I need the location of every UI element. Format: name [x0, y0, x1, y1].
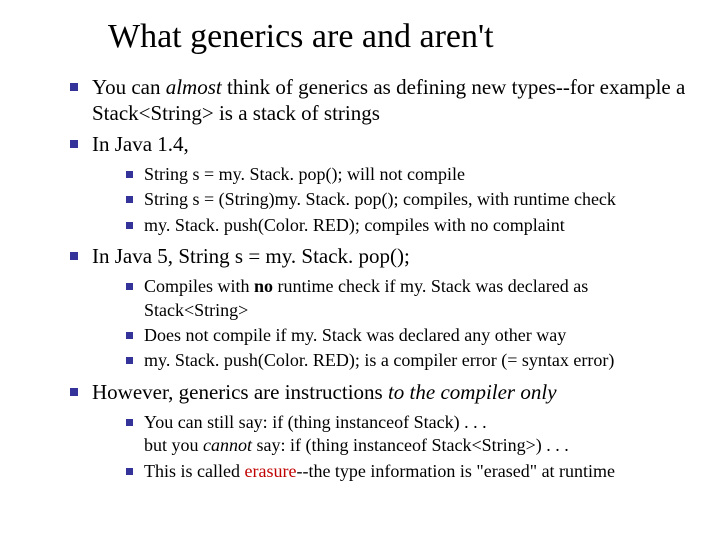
text: You can	[92, 75, 166, 99]
text-almost: almost	[166, 75, 222, 99]
text: but you	[144, 435, 203, 455]
code: my. Stack. push(Color. RED);	[144, 215, 360, 235]
text-no: no	[254, 276, 273, 296]
text: was declared as	[471, 276, 588, 296]
bullet-3: In Java 5, String s = my. Stack. pop(); …	[70, 243, 690, 373]
code: String s = (String)my. Stack. pop();	[144, 189, 398, 209]
code: my. Stack	[291, 325, 362, 345]
code: String s = my. Stack. pop();	[178, 244, 410, 268]
slide-title: What generics are and aren't	[108, 18, 690, 56]
text: is a compiler error (= syntax error)	[360, 350, 615, 370]
code: if (thing instanceof Stack<String>) . . …	[290, 435, 569, 455]
sub-bullet: Does not compile if my. Stack was declar…	[126, 324, 690, 347]
text: You can still say:	[144, 412, 272, 432]
text: compiles, with runtime check	[398, 189, 615, 209]
text: This is called	[144, 461, 244, 481]
text: Does not compile if	[144, 325, 291, 345]
code: my. Stack. push(Color. RED);	[144, 350, 360, 370]
sub-bullet: String s = (String)my. Stack. pop(); com…	[126, 188, 690, 211]
text-erasure: erasure	[244, 461, 296, 481]
text: Compiles with	[144, 276, 254, 296]
code: String s = my. Stack. pop();	[144, 164, 347, 184]
sub-list-3: You can still say: if (thing instanceof …	[92, 411, 690, 483]
code: if (thing instanceof Stack) . . .	[272, 412, 486, 432]
text: say:	[252, 435, 290, 455]
bullet-2: In Java 1.4, String s = my. Stack. pop()…	[70, 131, 690, 237]
sub-bullet: Compiles with no runtime check if my. St…	[126, 275, 690, 322]
sub-bullet: You can still say: if (thing instanceof …	[126, 411, 690, 458]
text: In Java 1.4,	[92, 132, 189, 156]
sub-bullet: String s = my. Stack. pop(); will not co…	[126, 163, 690, 186]
text: is a stack of strings	[214, 101, 380, 125]
text-cannot: cannot	[203, 435, 252, 455]
text: compiles with no complaint	[360, 215, 565, 235]
text: In Java 5,	[92, 244, 178, 268]
text: think of generics as defining new types-…	[222, 75, 686, 99]
sub-bullet: my. Stack. push(Color. RED); compiles wi…	[126, 214, 690, 237]
sub-bullet: my. Stack. push(Color. RED); is a compil…	[126, 349, 690, 372]
text: However, generics are instructions	[92, 380, 388, 404]
slide: What generics are and aren't You can alm…	[0, 0, 720, 540]
code: Stack<String>	[144, 300, 248, 320]
text-ital: to the compiler only	[388, 380, 557, 404]
code-stack-string: Stack<String>	[92, 101, 214, 125]
text: was declared any other way	[362, 325, 566, 345]
sub-list-1: String s = my. Stack. pop(); will not co…	[92, 163, 690, 237]
bullet-1: You can almost think of generics as defi…	[70, 74, 690, 127]
sub-bullet: This is called erasure--the type informa…	[126, 460, 690, 483]
bullet-list: You can almost think of generics as defi…	[30, 74, 690, 483]
sub-list-2: Compiles with no runtime check if my. St…	[92, 275, 690, 373]
text: will not compile	[347, 164, 465, 184]
bullet-4: However, generics are instructions to th…	[70, 379, 690, 483]
text: --the type information is "erased" at ru…	[296, 461, 615, 481]
text: runtime check if	[273, 276, 400, 296]
code: my. Stack	[400, 276, 471, 296]
